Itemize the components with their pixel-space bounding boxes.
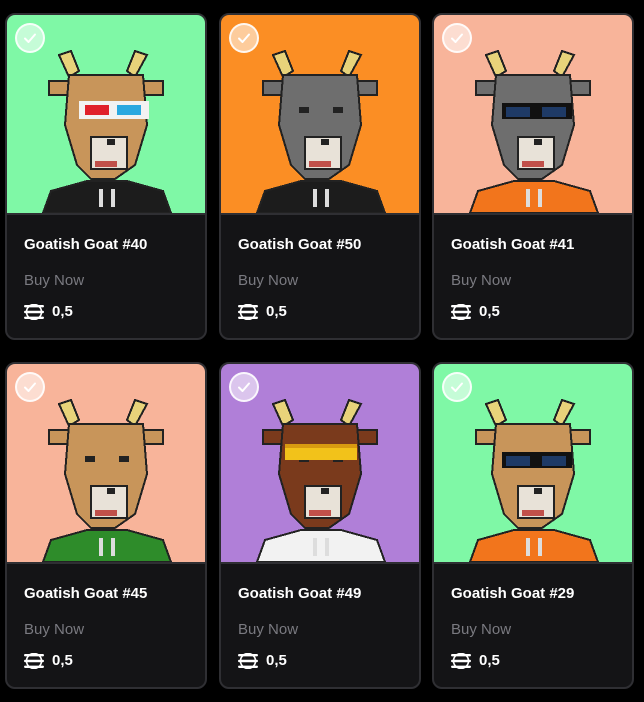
buy-now-link[interactable]: Buy Now (24, 272, 84, 289)
price-value: 0,5 (266, 652, 287, 669)
card-divider (7, 213, 205, 215)
card-divider (434, 213, 632, 215)
solana-icon (238, 652, 258, 669)
nft-title: Goatish Goat #41 (451, 236, 575, 253)
price-value: 0,5 (479, 652, 500, 669)
nft-card[interactable]: Goatish Goat #40 Buy Now 0,5 (5, 13, 207, 340)
buy-now-link[interactable]: Buy Now (238, 272, 298, 289)
checkmark-circle-icon[interactable] (442, 372, 472, 402)
price: 0,5 (451, 652, 500, 669)
card-divider (221, 562, 419, 564)
price-value: 0,5 (266, 303, 287, 320)
checkmark-circle-icon[interactable] (229, 372, 259, 402)
nft-card[interactable]: Goatish Goat #41 Buy Now 0,5 (432, 13, 634, 340)
price-value: 0,5 (52, 303, 73, 320)
solana-icon (451, 652, 471, 669)
solana-icon (451, 303, 471, 320)
nft-title: Goatish Goat #40 (24, 236, 148, 253)
card-divider (434, 562, 632, 564)
nft-card[interactable]: Goatish Goat #45 Buy Now 0,5 (5, 362, 207, 689)
checkmark-circle-icon[interactable] (442, 23, 472, 53)
price: 0,5 (238, 652, 287, 669)
checkmark-circle-icon[interactable] (15, 23, 45, 53)
card-divider (221, 213, 419, 215)
solana-icon (238, 303, 258, 320)
nft-card[interactable]: Goatish Goat #49 Buy Now 0,5 (219, 362, 421, 689)
buy-now-link[interactable]: Buy Now (24, 621, 84, 638)
solana-icon (24, 652, 44, 669)
price: 0,5 (24, 652, 73, 669)
price: 0,5 (238, 303, 287, 320)
price-value: 0,5 (479, 303, 500, 320)
checkmark-circle-icon[interactable] (15, 372, 45, 402)
solana-icon (24, 303, 44, 320)
price-value: 0,5 (52, 652, 73, 669)
price: 0,5 (451, 303, 500, 320)
nft-title: Goatish Goat #50 (238, 236, 362, 253)
checkmark-circle-icon[interactable] (229, 23, 259, 53)
nft-grid: Goatish Goat #40 Buy Now 0,5 Goatish Goa… (0, 0, 644, 702)
price: 0,5 (24, 303, 73, 320)
card-divider (7, 562, 205, 564)
nft-title: Goatish Goat #45 (24, 585, 148, 602)
buy-now-link[interactable]: Buy Now (451, 621, 511, 638)
nft-card[interactable]: Goatish Goat #50 Buy Now 0,5 (219, 13, 421, 340)
buy-now-link[interactable]: Buy Now (238, 621, 298, 638)
nft-title: Goatish Goat #49 (238, 585, 362, 602)
nft-card[interactable]: Goatish Goat #29 Buy Now 0,5 (432, 362, 634, 689)
nft-title: Goatish Goat #29 (451, 585, 575, 602)
buy-now-link[interactable]: Buy Now (451, 272, 511, 289)
